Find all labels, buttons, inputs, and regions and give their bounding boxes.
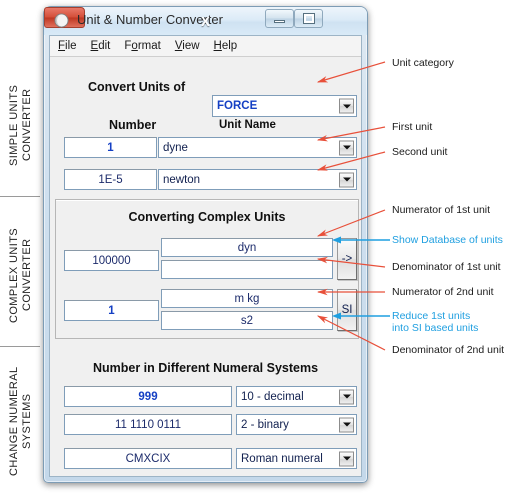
numeral-system-value-decimal: 10 - decimal	[241, 390, 304, 403]
annotation-denominator-2: Denominator of 2nd unit	[392, 344, 505, 356]
menu-view[interactable]: View	[175, 40, 200, 52]
complex-units-panel: Converting Complex Units 100000 dyn -> 1…	[55, 199, 359, 339]
menu-file[interactable]: File	[58, 40, 77, 52]
convert-arrow-button[interactable]: ->	[337, 238, 357, 280]
complex-numerator-1[interactable]: dyn	[161, 238, 333, 257]
column-header-unit-name: Unit Name	[219, 119, 276, 131]
annotation-second-unit: Second unit	[392, 146, 448, 158]
numeral-value-binary[interactable]: 11 1110 0111	[64, 414, 232, 435]
annotation-numerator-2: Numerator of 2nd unit	[392, 286, 494, 298]
chevron-down-icon[interactable]	[339, 98, 354, 114]
numeral-value-decimal[interactable]: 999	[64, 386, 232, 407]
annotation-show-database: Show Database of units	[392, 234, 503, 246]
annotation-reduce-si-line1: Reduce 1st units	[392, 310, 471, 322]
unit-combo-row2[interactable]: newton	[158, 169, 357, 190]
annotation-unit-category: Unit category	[392, 57, 454, 69]
chevron-down-icon[interactable]	[339, 451, 354, 466]
menu-help[interactable]: Help	[214, 40, 238, 52]
chevron-down-icon[interactable]	[339, 389, 354, 404]
complex-denominator-1[interactable]	[161, 260, 333, 279]
complex-number-input-1[interactable]: 100000	[64, 250, 159, 271]
column-header-number: Number	[109, 118, 157, 132]
numeral-system-value-binary: 2 - binary	[241, 418, 289, 431]
number-input-row2[interactable]: 1E-5	[64, 169, 157, 190]
section-label-numeral-systems: CHANGE NUMERAL SYSTEMS	[8, 366, 33, 476]
numeral-system-combo-binary[interactable]: 2 - binary	[236, 414, 357, 435]
menu-format[interactable]: Format	[124, 40, 160, 52]
numeral-system-value-roman: Roman numeral	[241, 452, 323, 465]
section-divider-2	[0, 346, 40, 347]
unit-combo-row1[interactable]: dyne	[158, 137, 357, 158]
complex-denominator-2[interactable]: s2	[161, 311, 333, 330]
chevron-down-icon[interactable]	[339, 140, 354, 155]
section-divider-1	[0, 196, 40, 197]
title-bar[interactable]: Unit & Number Converter X	[44, 7, 367, 35]
complex-numerator-2[interactable]: m kg	[161, 289, 333, 308]
si-reduce-button[interactable]: SI	[337, 289, 357, 331]
client-area: File Edit Format View Help Convert Units…	[49, 35, 362, 477]
annotation-numerator-1: Numerator of 1st unit	[392, 204, 491, 216]
close-icon: X	[201, 13, 210, 29]
unit-category-combo[interactable]: FORCE	[212, 95, 357, 117]
unit-value-row2: newton	[163, 173, 201, 186]
numeral-value-roman[interactable]: CMXCIX	[64, 448, 232, 469]
annotation-reduce-si-line2: into SI based units	[392, 322, 479, 334]
annotation-first-unit: First unit	[392, 121, 433, 133]
unit-category-value: FORCE	[217, 100, 258, 112]
application-window: Unit & Number Converter X File Edit Form…	[43, 6, 368, 483]
complex-number-input-2[interactable]: 1	[64, 300, 159, 321]
unit-value-row1: dyne	[163, 141, 188, 154]
menu-bar: File Edit Format View Help	[50, 36, 361, 57]
number-input-row1[interactable]: 1	[64, 137, 157, 158]
chevron-down-icon[interactable]	[339, 172, 354, 187]
close-button[interactable]: X	[44, 7, 210, 29]
numeral-system-combo-roman[interactable]: Roman numeral	[236, 448, 357, 469]
numeral-system-combo-decimal[interactable]: 10 - decimal	[236, 386, 357, 407]
section-label-simple-units: SIMPLE UNITS CONVERTER	[8, 84, 33, 166]
chevron-down-icon[interactable]	[339, 417, 354, 432]
section-label-complex-units: COMPLEX UNITS CONVERTER	[8, 227, 33, 323]
annotation-denominator-1: Denominator of 1st unit	[392, 261, 501, 273]
numeral-systems-title: Number in Different Numeral Systems	[92, 361, 319, 375]
menu-edit[interactable]: Edit	[91, 40, 111, 52]
complex-units-title: Converting Complex Units	[128, 210, 286, 224]
convert-units-of-label: Convert Units of	[88, 80, 186, 94]
